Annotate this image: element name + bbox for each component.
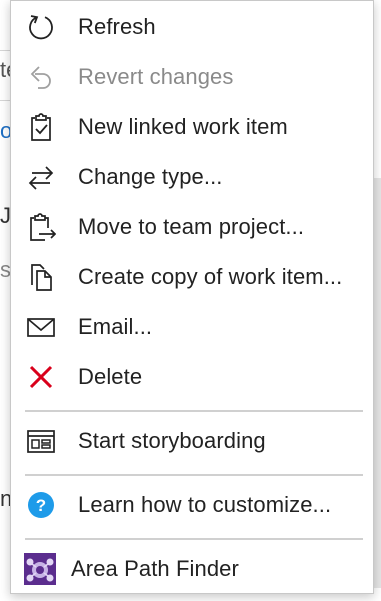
menu-item-start-storyboarding[interactable]: Start storyboarding	[11, 416, 373, 466]
menu-item-refresh[interactable]: Refresh	[11, 2, 373, 52]
menu-item-label: Email...	[78, 314, 153, 339]
menu-separator	[25, 410, 363, 412]
menu-item-change-type[interactable]: Change type...	[11, 152, 373, 202]
copy-icon	[25, 261, 57, 293]
menu-item-label: Start storyboarding	[78, 428, 266, 453]
menu-item-create-copy[interactable]: Create copy of work item...	[11, 252, 373, 302]
menu-separator	[25, 474, 363, 476]
menu-item-label: Revert changes	[78, 64, 234, 89]
help-icon: ?	[25, 489, 57, 521]
menu-item-move-to-team-project[interactable]: Move to team project...	[11, 202, 373, 252]
background-scrollbar[interactable]	[373, 178, 381, 588]
menu-item-label: Change type...	[78, 164, 223, 189]
menu-item-label: New linked work item	[78, 114, 288, 139]
menu-item-email[interactable]: Email...	[11, 302, 373, 352]
menu-item-label: Refresh	[78, 14, 156, 39]
menu-item-label: Delete	[78, 364, 143, 389]
menu-item-label: Move to team project...	[78, 214, 305, 239]
menu-item-label: Area Path Finder	[71, 556, 239, 581]
menu-item-delete[interactable]: Delete	[11, 352, 373, 402]
menu-item-revert-changes[interactable]: Revert changes	[11, 52, 373, 102]
menu-item-area-path-finder[interactable]: Area Path Finder	[11, 544, 373, 594]
clipboard-check-icon	[25, 111, 57, 143]
context-menu: Refresh Revert changes New linked work i…	[10, 0, 374, 594]
extension-logo-icon	[24, 553, 56, 585]
envelope-icon	[25, 311, 57, 343]
delete-x-icon	[25, 361, 57, 393]
menu-item-new-linked-work-item[interactable]: New linked work item	[11, 102, 373, 152]
undo-icon	[25, 61, 57, 93]
svg-text:?: ?	[36, 496, 46, 515]
swap-arrows-icon	[25, 161, 57, 193]
menu-separator	[25, 538, 363, 540]
refresh-icon	[25, 11, 57, 43]
storyboard-icon	[25, 425, 57, 457]
menu-item-label: Learn how to customize...	[78, 492, 332, 517]
menu-item-label: Create copy of work item...	[78, 264, 343, 289]
clipboard-arrow-icon	[25, 211, 57, 243]
menu-item-learn-how-to-customize[interactable]: ? Learn how to customize...	[11, 480, 373, 530]
